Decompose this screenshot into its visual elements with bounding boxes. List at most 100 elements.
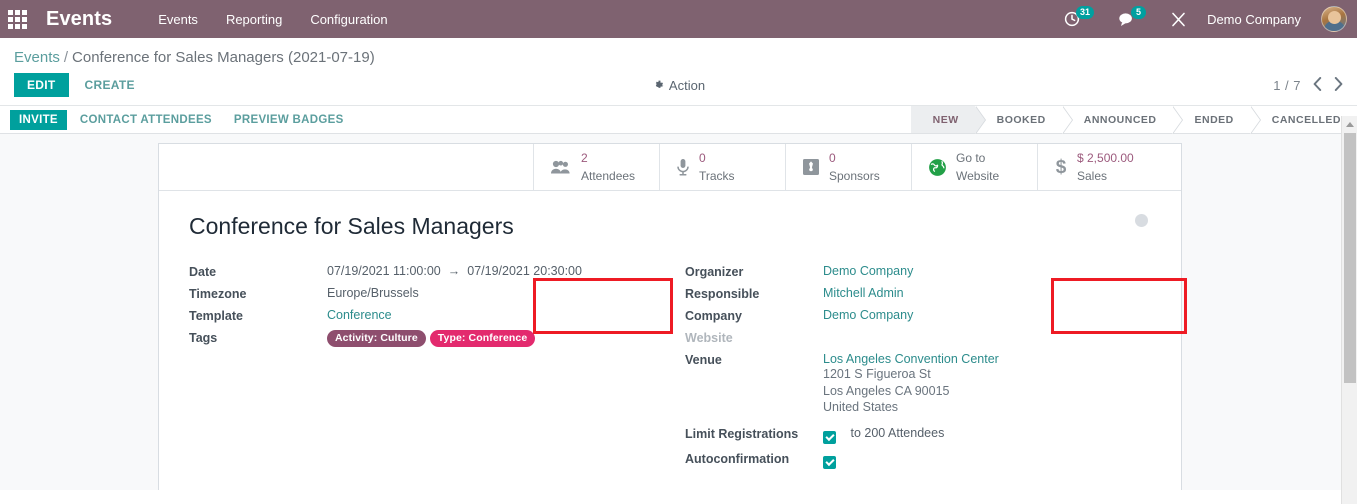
record-pager: 1 / 7 — [1273, 76, 1343, 94]
sales-smart-text: $ 2,500.00 Sales — [1077, 149, 1134, 186]
field-template: Template Conference — [189, 308, 685, 323]
activities-menu[interactable]: 31 — [1064, 5, 1098, 27]
scroll-up-arrow-icon — [1345, 121, 1354, 127]
field-company: Company Demo Company — [685, 308, 1181, 323]
user-avatar[interactable] — [1321, 6, 1347, 32]
organizer-value[interactable]: Demo Company — [823, 264, 913, 278]
preview-badges-button[interactable]: PREVIEW BADGES — [225, 110, 353, 130]
control-panel: EDIT CREATE Action 1 / 7 — [0, 73, 1357, 105]
svg-text:$: $ — [1056, 157, 1067, 177]
pager-previous-button[interactable] — [1313, 76, 1322, 94]
attendees-label: Attendees — [581, 169, 636, 183]
tag-type-conference[interactable]: Type: Conference — [429, 330, 536, 347]
field-date: Date 07/19/2021 11:00:00 → 07/19/2021 20:3… — [189, 264, 685, 279]
developer-tools-menu[interactable] — [1170, 11, 1187, 28]
limit-registrations-checkbox[interactable] — [823, 430, 836, 444]
template-value[interactable]: Conference — [327, 308, 392, 322]
template-label: Template — [189, 309, 243, 323]
field-tags: Tags Activity: Culture Type: Conference — [189, 330, 685, 347]
users-group-icon — [550, 159, 572, 175]
tracks-smart-text: 0 Tracks — [699, 149, 735, 186]
chevron-left-icon — [1313, 76, 1322, 91]
scroll-up-button[interactable] — [1342, 116, 1357, 132]
autoconfirmation-checkbox[interactable] — [823, 455, 836, 469]
website-goto-text: Go to — [956, 150, 986, 165]
autoconfirmation-value — [823, 451, 836, 469]
stage-new[interactable]: NEW — [910, 106, 986, 134]
vertical-scrollbar[interactable] — [1341, 116, 1357, 504]
autoconfirmation-label: Autoconfirmation — [685, 451, 790, 466]
kanban-state-dot[interactable] — [1135, 214, 1148, 227]
responsible-value[interactable]: Mitchell Admin — [823, 286, 904, 300]
sales-label: Sales — [1077, 169, 1108, 183]
sponsors-smart-button[interactable]: 0 Sponsors — [785, 144, 911, 190]
chevron-right-icon — [1334, 76, 1343, 91]
form-body: Conference for Sales Managers Date 07/19… — [159, 191, 1181, 476]
breadcrumb-root-events[interactable]: Events — [14, 49, 60, 66]
pager-next-button[interactable] — [1334, 76, 1343, 94]
tracks-count: 0 — [699, 150, 706, 165]
sponsors-smart-text: 0 Sponsors — [829, 149, 880, 186]
website-label: Website — [956, 169, 1000, 183]
action-menu[interactable]: Action — [652, 78, 705, 93]
field-autoconfirmation: Autoconfirmation — [685, 451, 1181, 469]
field-venue: Venue Los Angeles Convention Center 1201… — [685, 352, 1181, 416]
apps-grid-icon — [7, 9, 27, 29]
app-brand-name[interactable]: Events — [46, 8, 112, 31]
stage-booked[interactable]: BOOKED — [974, 106, 1073, 134]
breadcrumb-row: Events / Conference for Sales Managers (20… — [0, 38, 1357, 73]
attendees-smart-button[interactable]: 2 Attendees — [533, 144, 659, 190]
timezone-value[interactable]: Europe/Brussels — [327, 286, 419, 300]
messages-count-badge: 5 — [1131, 5, 1147, 19]
tracks-label: Tracks — [699, 169, 735, 183]
venue-value: Los Angeles Convention Center 1201 S Fig… — [823, 352, 999, 416]
activities-count-badge: 31 — [1076, 5, 1095, 19]
top-navbar: Events Events Reporting Configuration 31… — [0, 0, 1357, 38]
field-limit-registrations: Limit Registrations to 200 Attendees — [685, 426, 1181, 444]
sponsors-count: 0 — [829, 150, 836, 165]
go-to-website-smart-button[interactable]: Go to Website — [911, 144, 1037, 190]
messaging-menu[interactable]: 5 — [1118, 5, 1150, 27]
invite-button[interactable]: INVITE — [10, 109, 67, 130]
company-label: Company — [685, 309, 742, 323]
scrollbar-thumb[interactable] — [1344, 133, 1356, 383]
limit-registrations-text: to 200 Attendees — [850, 425, 945, 440]
create-button[interactable]: CREATE — [75, 73, 145, 97]
tags-label: Tags — [189, 331, 218, 345]
page-title: Conference for Sales Managers — [189, 213, 514, 239]
company-switcher[interactable]: Demo Company — [1207, 12, 1301, 27]
stage-ended[interactable]: ENDED — [1172, 106, 1262, 134]
attendees-smart-text: 2 Attendees — [581, 149, 635, 186]
gear-icon — [655, 80, 663, 88]
attendees-count: 2 — [581, 150, 588, 165]
field-timezone: Timezone Europe/Brussels — [189, 286, 685, 301]
menu-item-events[interactable]: Events — [156, 8, 200, 31]
website-label: Website — [685, 331, 733, 345]
responsible-label: Responsible — [685, 287, 760, 301]
venue-street: 1201 S Figueroa St — [823, 367, 931, 381]
date-value[interactable]: 07/19/2021 11:00:00 → 07/19/2021 20:30:00 — [327, 264, 582, 278]
contact-attendees-button[interactable]: CONTACT ATTENDEES — [71, 110, 221, 130]
date-arrow-icon: → — [447, 264, 461, 278]
venue-name[interactable]: Los Angeles Convention Center — [823, 352, 999, 366]
limit-registrations-label: Limit Registrations — [685, 426, 799, 441]
tag-activity-culture[interactable]: Activity: Culture — [327, 330, 426, 347]
company-value[interactable]: Demo Company — [823, 308, 913, 322]
menu-item-configuration[interactable]: Configuration — [308, 8, 389, 31]
menu-item-reporting[interactable]: Reporting — [224, 8, 284, 31]
date-label: Date — [189, 265, 217, 279]
sales-smart-button[interactable]: $ $ 2,500.00 Sales — [1037, 144, 1163, 190]
tags-value: Activity: Culture Type: Conference — [327, 330, 539, 347]
necktie-sponsor-icon — [802, 158, 820, 176]
status-row: INVITE CONTACT ATTENDEES PREVIEW BADGES … — [0, 105, 1357, 134]
main-menu: Events Reporting Configuration — [156, 8, 389, 31]
tracks-smart-button[interactable]: 0 Tracks — [659, 144, 785, 190]
apps-menu-toggle[interactable] — [0, 0, 34, 38]
form-column-right: Organizer Demo Company Responsible Mitch… — [685, 264, 1181, 476]
edit-button[interactable]: EDIT — [14, 73, 69, 97]
record-action-buttons: INVITE CONTACT ATTENDEES PREVIEW BADGES — [0, 106, 353, 133]
microphone-icon — [676, 158, 690, 176]
smart-button-row: 2 Attendees 0 Tracks 0 Sponsors Go to We… — [159, 144, 1181, 191]
breadcrumb: Events / Conference for Sales Managers (20… — [14, 49, 375, 66]
stage-announced[interactable]: ANNOUNCED — [1061, 106, 1184, 134]
